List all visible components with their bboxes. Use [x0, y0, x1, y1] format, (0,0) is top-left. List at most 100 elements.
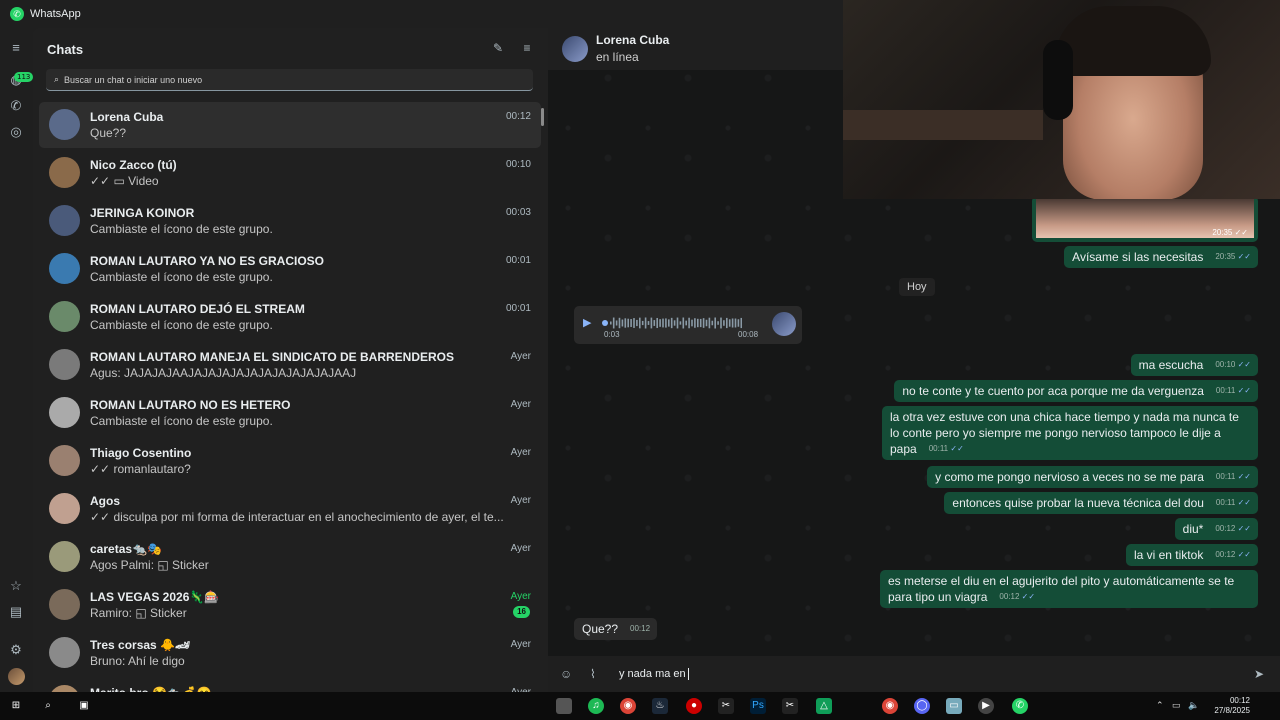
chat-list-item[interactable]: Lorena Cuba Que?? 00:12 [39, 102, 541, 148]
chrome-icon[interactable]: ◉ [620, 698, 636, 714]
outgoing-message[interactable]: diu* 00:12 ✓✓ [1174, 518, 1258, 540]
chat-list-item[interactable]: ROMAN LAUTARO MANEJA EL SINDICATO DE BAR… [39, 342, 541, 388]
chat-preview: Cambiaste el ícono de este grupo. [90, 270, 273, 284]
task-view-icon[interactable]: ▣ [76, 698, 92, 714]
chat-list-item[interactable]: Marito bro 😂🐀💰😋Ayer [39, 678, 541, 692]
chat-time: 00:10 [505, 159, 531, 170]
waveform-bar [656, 317, 658, 329]
message-time: 00:11 ✓✓ [928, 444, 964, 453]
chat-time: 00:01 [505, 255, 531, 266]
outgoing-message[interactable]: ma escucha 00:10 ✓✓ [1130, 354, 1258, 376]
read-receipt-icon: ✓✓ [1237, 550, 1251, 559]
notepad-icon[interactable]: ▭ [946, 698, 962, 714]
outgoing-message[interactable]: entonces quise probar la nueva técnica d… [944, 492, 1258, 514]
outgoing-message[interactable]: no te conte y te cuento por aca porque m… [894, 380, 1258, 402]
chat-list-item[interactable]: Thiago Cosentino ✓✓ romanlautaro? Ayer [39, 438, 541, 484]
waveform-bar [685, 320, 687, 326]
message-input[interactable]: y nada ma en [619, 668, 689, 681]
chat-preview: ✓✓ romanlautaro? [90, 462, 191, 476]
outgoing-message[interactable]: Avísame si las necesitas 20:35 ✓✓ [1064, 246, 1258, 268]
calls-icon[interactable]: ✆ [8, 98, 24, 114]
obs-icon[interactable]: ● [686, 698, 702, 714]
start-icon[interactable]: ⊞ [8, 698, 24, 714]
outgoing-message[interactable]: y como me pongo nervioso a veces no se m… [927, 466, 1258, 488]
waveform-bar [636, 319, 638, 327]
capcut-icon[interactable]: ✂ [718, 698, 734, 714]
incoming-message[interactable]: Que?? 00:12 [574, 618, 658, 640]
waveform-bar [702, 318, 705, 328]
chat-name: JERINGA KOINOR [90, 206, 195, 220]
outgoing-message[interactable]: la otra vez estuve con una chica hace ti… [882, 406, 1258, 460]
archived-icon[interactable]: ▤ [8, 604, 24, 620]
waveform-bar [688, 317, 690, 329]
editor-icon[interactable]: ✂ [782, 698, 798, 714]
steam-icon[interactable]: ♨ [652, 698, 668, 714]
chat-name: ROMAN LAUTARO NO ES HETERO [90, 398, 291, 412]
voice-message[interactable]: ▶ 0:03 00:08 [574, 306, 802, 344]
attach-icon[interactable]: ⌇ [590, 667, 596, 681]
chat-list-scrollbar[interactable] [541, 108, 544, 126]
chat-preview: Que?? [90, 126, 127, 140]
player-icon[interactable]: ▶ [978, 698, 994, 714]
waveform-bar [662, 318, 664, 328]
image-time: 20:35 ✓✓ [1212, 228, 1248, 237]
chat-list-item[interactable]: caretas🐀🎭 Agos Palmi: ◱ Sticker Ayer [39, 534, 541, 580]
drive-icon[interactable]: △ [816, 698, 832, 714]
search-taskbar-icon[interactable]: ⌕ [40, 698, 56, 714]
spotify-icon[interactable]: ♫ [588, 698, 604, 714]
message-composer: ☺ ⌇ y nada ma en ➤ [548, 656, 1280, 692]
image-message[interactable]: 20:35 ✓✓ [1032, 196, 1258, 242]
filter-icon[interactable]: ≡ [520, 41, 534, 55]
contact-status: en línea [596, 50, 639, 64]
discord-icon[interactable]: ◯ [914, 698, 930, 714]
starred-icon[interactable]: ☆ [8, 578, 24, 594]
search-input[interactable]: ⌕ Buscar un chat o iniciar uno nuevo [46, 69, 533, 91]
waveform-bar [624, 318, 627, 328]
menu-icon[interactable]: ≡ [8, 40, 24, 56]
waveform-bar [630, 319, 632, 327]
waveform-bar [647, 321, 650, 325]
message-time: 00:12 ✓✓ [999, 592, 1036, 601]
send-icon[interactable]: ➤ [1254, 667, 1264, 681]
chat-list-item[interactable]: Tres corsas 🐥🏎 Bruno: Ahí le digo Ayer [39, 630, 541, 676]
volume-icon[interactable]: 🔈 [1188, 700, 1199, 711]
whatsapp-logo-icon: ✆ [10, 7, 24, 21]
chat-list-item[interactable]: ROMAN LAUTARO YA NO ES GRACIOSO Cambiaste… [39, 246, 541, 292]
waveform-bar [641, 320, 644, 326]
waveform-bar [726, 317, 728, 329]
waveform-bar [621, 319, 624, 327]
unread-badge: 16 [513, 606, 530, 618]
chrome2-icon[interactable]: ◉ [882, 698, 898, 714]
waveform-bar [717, 321, 719, 325]
play-icon[interactable]: ▶ [583, 316, 591, 329]
outgoing-message[interactable]: es meterse el diu en el agujerito del pi… [880, 570, 1258, 608]
whatsapp-taskbar-icon[interactable]: ✆ [1012, 698, 1028, 714]
tray-chevron-icon[interactable]: ⌃ [1156, 700, 1164, 711]
day-separator: Hoy [899, 278, 935, 296]
network-icon[interactable]: ▭ [1172, 700, 1181, 711]
message-time: 00:10 ✓✓ [1215, 360, 1251, 369]
chat-time: 00:12 [505, 111, 531, 122]
app-icon[interactable] [556, 698, 572, 714]
contact-name[interactable]: Lorena Cuba [596, 33, 669, 47]
settings-icon[interactable]: ⚙ [8, 642, 24, 658]
photoshop-icon[interactable]: Ps [750, 698, 766, 714]
contact-avatar[interactable] [562, 36, 588, 62]
chat-list-item[interactable]: ROMAN LAUTARO DEJÓ EL STREAM Cambiaste el… [39, 294, 541, 340]
chat-list-item[interactable]: LAS VEGAS 2026🦎🎰 Ramiro: ◱ Sticker Ayer 16 [39, 582, 541, 628]
waveform[interactable] [602, 317, 742, 329]
outgoing-message[interactable]: la vi en tiktok 00:12 ✓✓ [1125, 544, 1258, 566]
chat-list-item[interactable]: JERINGA KOINOR Cambiaste el ícono de este… [39, 198, 541, 244]
chat-time: Ayer [510, 447, 531, 458]
new-chat-icon[interactable]: ✎ [491, 41, 505, 55]
profile-avatar[interactable] [8, 668, 25, 685]
chat-list-item[interactable]: Agos ✓✓ disculpa por mi forma de interact… [39, 486, 541, 532]
chat-list-item[interactable]: Nico Zacco (tú) ✓✓ ▭ Video 00:10 [39, 150, 541, 196]
chat-list-item[interactable]: ROMAN LAUTARO NO ES HETERO Cambiaste el í… [39, 390, 541, 436]
chat-avatar [49, 157, 80, 188]
status-icon[interactable]: ◎ [8, 124, 24, 140]
chat-avatar [49, 253, 80, 284]
emoji-icon[interactable]: ☺ [560, 667, 572, 681]
clock[interactable]: 00:12 27/8/2025 [1214, 696, 1250, 716]
chat-avatar [49, 349, 80, 380]
